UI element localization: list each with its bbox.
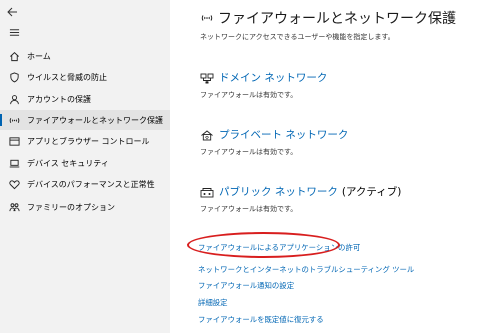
- private-network-status: ファイアウォールは有効です。: [200, 148, 298, 156]
- domain-network-link[interactable]: ドメイン ネットワーク: [219, 70, 327, 85]
- active-tag: (アクティブ): [341, 186, 402, 198]
- heart-icon: [8, 178, 20, 190]
- page-header: ファイアウォールとネットワーク保護: [201, 8, 456, 28]
- public-network-section: パブリック ネットワーク (アクティブ) ファイアウォールは有効です。: [200, 184, 401, 214]
- sidebar: ホーム ウイルスと脅威の防止 アカウントの保護 ファイアウォールとネットワーク保…: [0, 0, 170, 333]
- wifi-icon: [8, 114, 20, 126]
- page-title: ファイアウォールとネットワーク保護: [218, 11, 456, 27]
- person-icon: [8, 93, 20, 105]
- sidebar-item-device-security[interactable]: デバイス セキュリティ: [0, 153, 170, 173]
- sidebar-item-label: ウイルスと脅威の防止: [27, 72, 107, 82]
- public-network-icon: [200, 187, 214, 197]
- domain-network-status: ファイアウォールは有効です。: [200, 91, 298, 99]
- network-troubleshooter-link[interactable]: ネットワークとインターネットのトラブルシューティング ツール: [198, 264, 414, 275]
- sidebar-item-account[interactable]: アカウントの保護: [0, 89, 170, 109]
- laptop-icon: [8, 157, 20, 169]
- sidebar-item-label: デバイスのパフォーマンスと正常性: [27, 179, 155, 189]
- hamburger-menu-icon[interactable]: [0, 22, 170, 42]
- sidebar-item-label: ファイアウォールとネットワーク保護: [27, 115, 163, 125]
- sidebar-item-label: ホーム: [27, 51, 51, 61]
- sidebar-item-app-browser[interactable]: アプリとブラウザー コントロール: [0, 131, 170, 151]
- domain-network-icon: [200, 73, 214, 83]
- sidebar-item-family[interactable]: ファミリーのオプション: [0, 197, 170, 217]
- shield-icon: [8, 71, 20, 83]
- advanced-settings-link[interactable]: 詳細設定: [198, 297, 228, 308]
- sidebar-item-home[interactable]: ホーム: [0, 46, 170, 66]
- wifi-icon: [201, 15, 213, 21]
- private-network-section: プライベート ネットワーク ファイアウォールは有効です。: [200, 127, 348, 157]
- sidebar-item-label: アプリとブラウザー コントロール: [27, 136, 150, 146]
- private-network-link[interactable]: プライベート ネットワーク: [219, 127, 348, 142]
- family-icon: [8, 201, 20, 213]
- page-description: ネットワークにアクセスできるユーザーや機能を指定します。: [200, 33, 395, 41]
- private-network-icon: [201, 129, 213, 140]
- app-window-icon: [8, 135, 20, 147]
- sidebar-item-label: アカウントの保護: [27, 94, 91, 104]
- allow-app-through-firewall-link[interactable]: ファイアウォールによるアプリケーションの許可: [198, 242, 360, 253]
- home-icon: [8, 50, 20, 62]
- sidebar-item-performance[interactable]: デバイスのパフォーマンスと正常性: [0, 174, 170, 194]
- firewall-notification-settings-link[interactable]: ファイアウォール通知の設定: [198, 280, 294, 291]
- public-network-status: ファイアウォールは有効です。: [200, 205, 298, 213]
- back-arrow-icon[interactable]: [6, 3, 22, 17]
- main-content: ファイアウォールとネットワーク保護 ネットワークにアクセスできるユーザーや機能を…: [170, 0, 500, 333]
- domain-network-section: ドメイン ネットワーク ファイアウォールは有効です。: [200, 70, 327, 100]
- sidebar-item-firewall[interactable]: ファイアウォールとネットワーク保護: [0, 110, 170, 130]
- public-network-link[interactable]: パブリック ネットワーク: [219, 184, 338, 199]
- sidebar-item-virus[interactable]: ウイルスと脅威の防止: [0, 67, 170, 87]
- restore-firewall-defaults-link[interactable]: ファイアウォールを既定値に復元する: [198, 314, 324, 325]
- sidebar-item-label: デバイス セキュリティ: [27, 158, 109, 168]
- sidebar-item-label: ファミリーのオプション: [27, 202, 115, 212]
